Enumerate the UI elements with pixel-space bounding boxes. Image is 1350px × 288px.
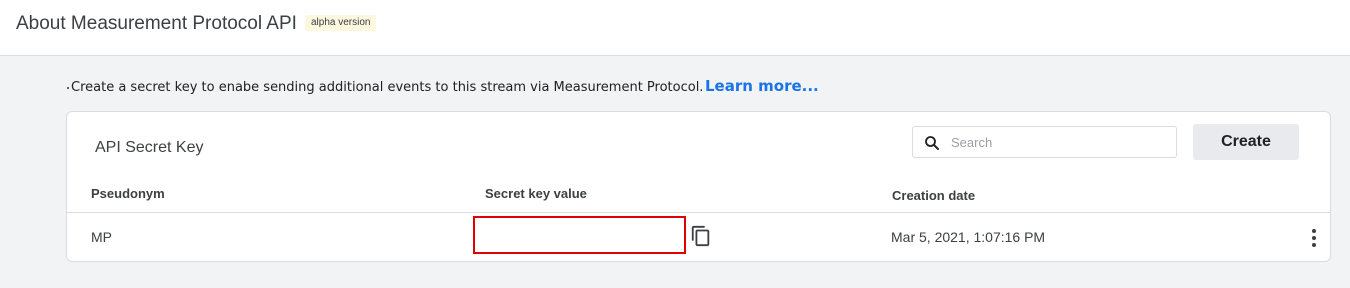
search-icon (925, 136, 939, 150)
intro-description: Create a secret key to enabe sending add… (71, 80, 704, 95)
copy-icon[interactable] (690, 225, 712, 247)
intro-text: Create a secret key to enabe sending add… (67, 78, 703, 98)
column-header-secret-key-value: Secret key value (485, 186, 587, 201)
header-divider (67, 212, 1330, 213)
column-header-creation-date: Creation date (892, 188, 976, 203)
learn-more-link[interactable]: Learn more... (705, 77, 819, 95)
column-header-pseudonym: Pseudonym (91, 186, 165, 201)
bullet-dot (67, 86, 69, 89)
alpha-version-badge: alpha version (305, 15, 377, 31)
page-title: About Measurement Protocol API (16, 13, 297, 34)
pseudonym-cell: MP (91, 229, 112, 245)
secret-key-value-cell (473, 216, 686, 254)
create-button[interactable]: Create (1193, 124, 1299, 160)
card-title: API Secret Key (95, 139, 204, 156)
creation-date-cell: Mar 5, 2021, 1:07:16 PM (891, 229, 1046, 245)
page-header: About Measurement Protocol API alpha ver… (0, 0, 1350, 56)
search-input[interactable] (951, 132, 1166, 152)
more-vert-icon[interactable] (1305, 228, 1323, 248)
api-secret-key-card: API Secret Key Create Pseudonym Secret k… (66, 111, 1331, 262)
search-box[interactable] (912, 126, 1177, 158)
